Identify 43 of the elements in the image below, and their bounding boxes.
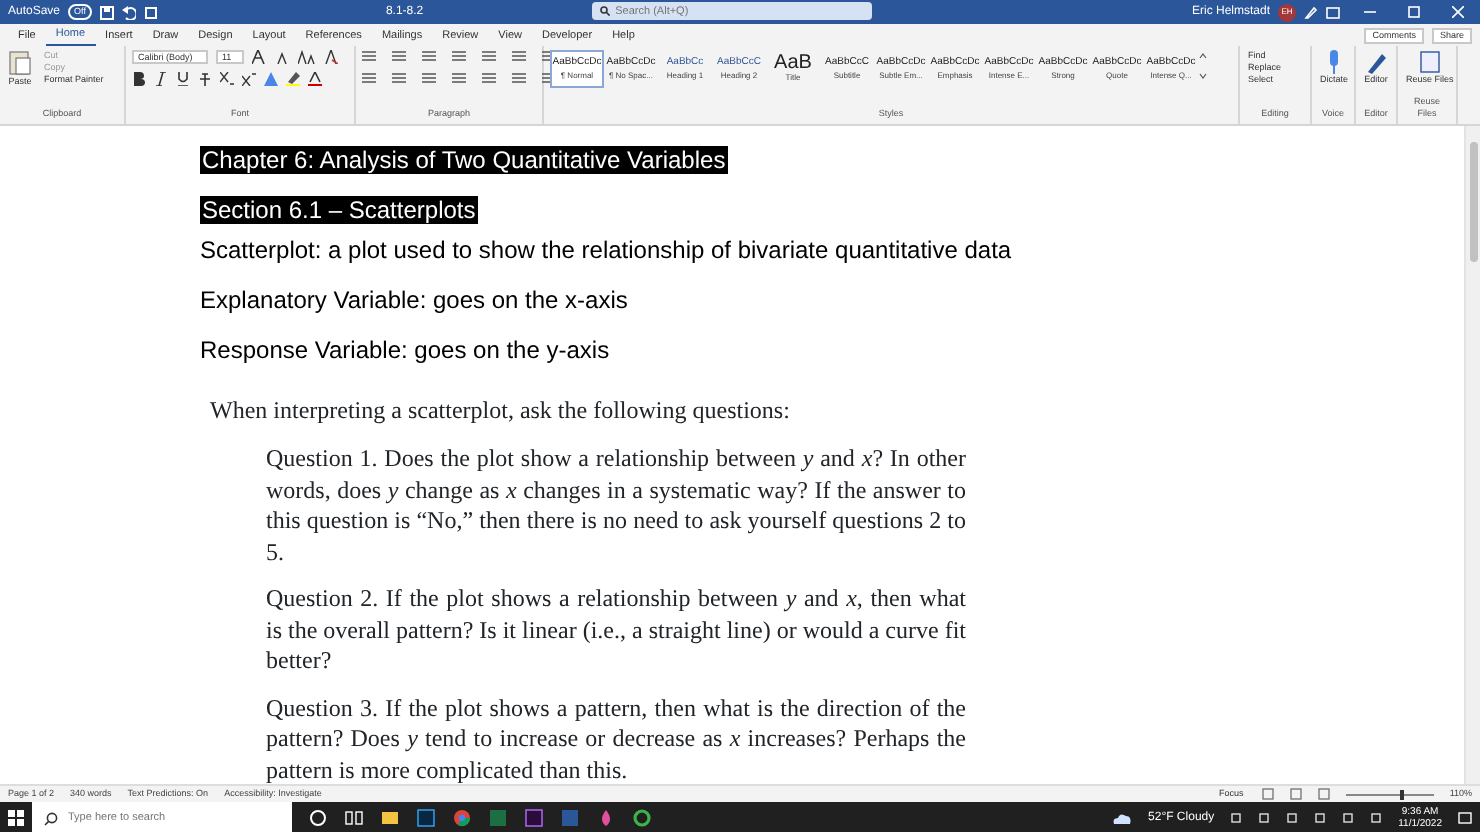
grow-font-icon[interactable] [252,50,268,64]
underline-icon[interactable] [176,72,190,86]
close-icon[interactable] [1452,6,1464,18]
font-color-icon[interactable] [308,72,322,86]
cloud-icon[interactable] [1112,812,1133,824]
minimize-icon[interactable] [1364,6,1376,18]
app-icon[interactable] [524,808,544,828]
refresh-icon[interactable] [632,808,652,828]
search-icon [44,812,58,826]
strikethrough-icon[interactable] [198,72,212,86]
italic-icon[interactable] [154,72,168,86]
heading-text: Chapter 6: Analysis of Two Quantitative Variables [200,146,728,174]
bold-icon[interactable] [132,72,146,86]
body-text: Response Variable: goes on the y-axis [200,336,610,368]
change-case-icon[interactable] [298,50,316,64]
scrollbar[interactable] [1464,126,1480,784]
superscript-icon[interactable] [242,72,256,86]
question-paragraph: Question 1. Does the plot show a relationship between y and x? In other words, does y change as x changes in a systematic way? If the answer to this question is “No,” then there is no need to ask yourself questions 2 to 5. [266,444,966,568]
task-view-icon[interactable] [344,808,364,828]
body-text: Scatterplot: a plot used to show the relationship of bivariate quantitative data [200,236,1012,268]
highlighter-icon[interactable] [286,72,300,86]
subscript-icon[interactable] [220,72,234,86]
question-paragraph: Question 3. If the plot shows a pattern, then what is the direction of the pattern? Does y tend to increase or decrease as x increases? Perhaps the pattern is more complicated than this. [266,693,966,786]
folder-icon[interactable] [380,808,400,828]
heading-text: Section 6.1 – Scatterplots [200,196,478,224]
search-icon [599,6,610,17]
maximize-icon[interactable] [1408,6,1420,18]
body-text: When interpreting a scatterplot, ask the following questions: [210,394,790,428]
clear-formatting-icon[interactable] [324,50,338,64]
undo-icon[interactable] [121,5,136,19]
colorful-circle-icon[interactable] [452,808,472,828]
save-icon[interactable] [99,5,114,19]
cortana-icon[interactable] [308,808,328,828]
droplet-icon[interactable] [596,808,616,828]
text-effects-icon[interactable] [264,72,278,86]
body-text: Explanatory Variable: goes on the x-axis [200,286,628,318]
ribbon-display-icon[interactable] [1326,5,1340,19]
slider-thumb[interactable] [1400,789,1405,799]
shrink-font-icon[interactable] [276,50,290,64]
app-icon[interactable] [416,808,436,828]
scroll-arrows-icon[interactable] [1198,50,1208,82]
spreadsheet-icon[interactable] [488,808,508,828]
question-paragraph: Question 2. If the plot shows a relationship between y and x, then what is the overall pattern? Is it linear (i.e., a straight line) or would a curve fit better? [266,584,966,677]
